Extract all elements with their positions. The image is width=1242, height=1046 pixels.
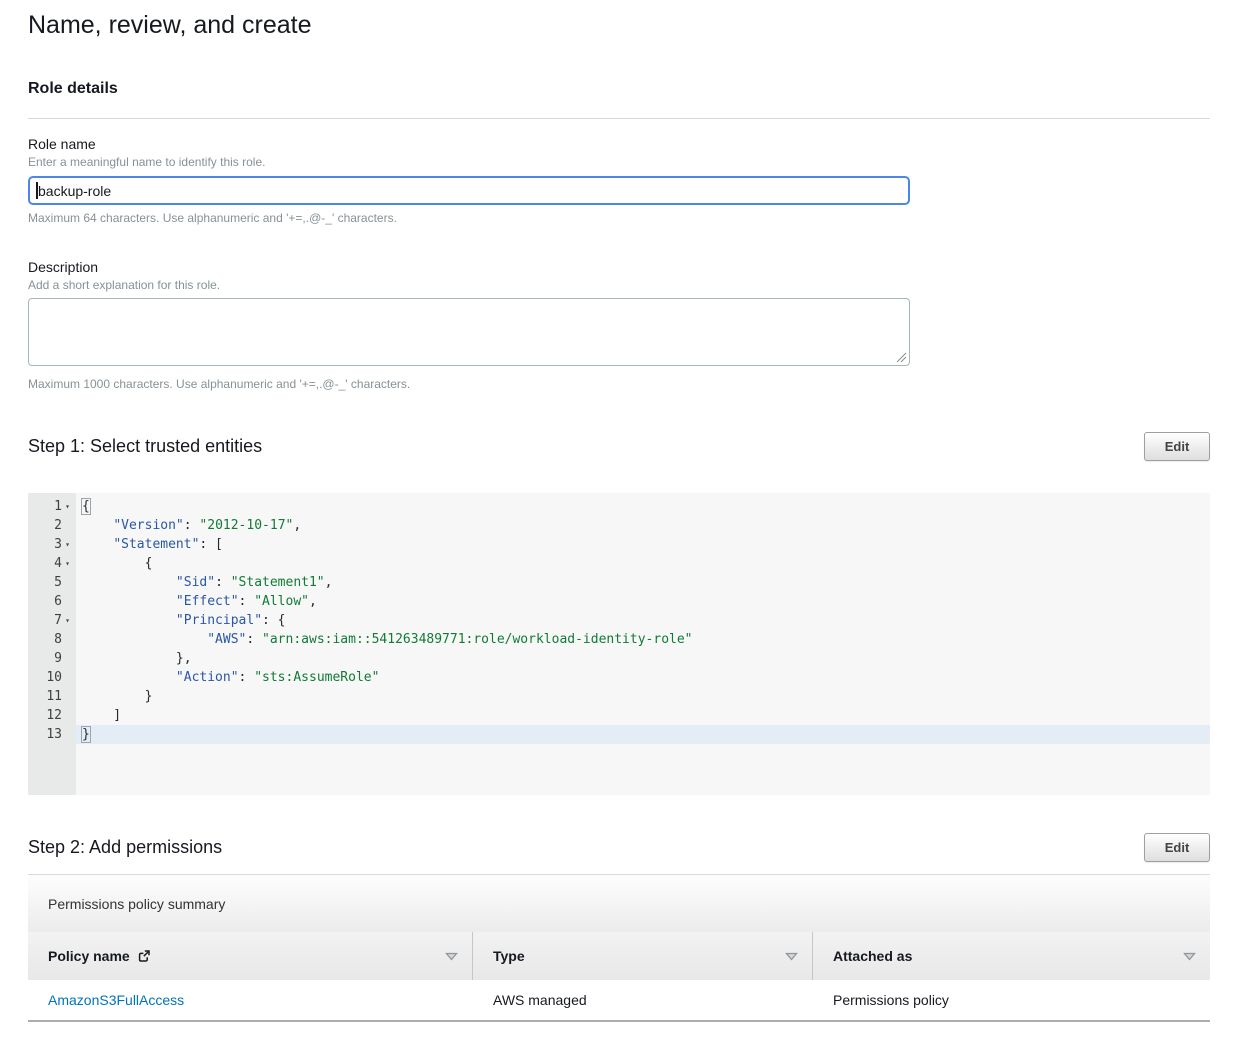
step2-title: Step 2: Add permissions <box>28 837 222 858</box>
column-sort-icon[interactable] <box>785 952 798 961</box>
code-line[interactable]: "AWS": "arn:aws:iam::541263489771:role/w… <box>76 630 1210 649</box>
editor-lines: { "Version": "2012-10-17", "Statement": … <box>76 493 1210 795</box>
external-link-icon <box>137 949 151 963</box>
permissions-panel-title: Permissions policy summary <box>48 896 225 912</box>
policy-type-cell: AWS managed <box>473 992 813 1008</box>
code-line[interactable]: "Action": "sts:AssumeRole" <box>76 668 1210 687</box>
fold-arrow-icon[interactable]: ▾ <box>62 535 73 554</box>
fold-arrow-icon[interactable]: ▾ <box>62 611 73 630</box>
policy-table-header: Policy name Type <box>28 932 1210 980</box>
gutter-line-number: 2 <box>28 516 76 535</box>
description-hint: Add a short explanation for this role. <box>28 278 1210 292</box>
column-header-policy-name[interactable]: Policy name <box>28 932 473 980</box>
resize-handle-icon[interactable] <box>896 352 907 363</box>
trust-policy-code-editor[interactable]: 1▾23▾4▾567▾8910111213 { "Version": "2012… <box>28 493 1210 795</box>
role-name-input-wrap <box>28 176 910 205</box>
text-caret <box>36 182 38 199</box>
fold-arrow-icon[interactable]: ▾ <box>62 554 73 573</box>
gutter-line-number: 13 <box>28 725 76 744</box>
step1-edit-button[interactable]: Edit <box>1144 432 1210 461</box>
column-label: Policy name <box>48 948 130 964</box>
code-line[interactable]: ] <box>76 706 1210 725</box>
step1-header: Step 1: Select trusted entities Edit <box>28 432 1210 461</box>
code-line[interactable]: }, <box>76 649 1210 668</box>
step2-edit-button[interactable]: Edit <box>1144 833 1210 862</box>
policy-link[interactable]: AmazonS3FullAccess <box>48 992 184 1008</box>
code-line[interactable]: "Sid": "Statement1", <box>76 573 1210 592</box>
code-line[interactable]: { <box>76 554 1210 573</box>
column-header-type[interactable]: Type <box>473 932 813 980</box>
gutter-line-number: 8 <box>28 630 76 649</box>
gutter-line-number: 6 <box>28 592 76 611</box>
gutter-line-number: 5 <box>28 573 76 592</box>
column-sort-icon[interactable] <box>1183 952 1196 961</box>
column-label: Type <box>493 948 525 964</box>
code-line[interactable]: } <box>76 687 1210 706</box>
code-line[interactable]: "Effect": "Allow", <box>76 592 1210 611</box>
code-line[interactable]: "Principal": { <box>76 611 1210 630</box>
editor-gutter: 1▾23▾4▾567▾8910111213 <box>28 493 76 795</box>
gutter-line-number: 12 <box>28 706 76 725</box>
attached-as-cell: Permissions policy <box>813 992 1210 1008</box>
gutter-line-number: 9 <box>28 649 76 668</box>
gutter-line-number: 10 <box>28 668 76 687</box>
column-sort-icon[interactable] <box>445 952 458 961</box>
fold-arrow-icon[interactable]: ▾ <box>62 497 73 516</box>
code-line[interactable]: "Statement": [ <box>76 535 1210 554</box>
step1-title: Step 1: Select trusted entities <box>28 436 262 457</box>
code-line[interactable]: { <box>76 497 1210 516</box>
page-container: Name, review, and create Role details Ro… <box>0 0 1242 1046</box>
code-line[interactable]: } <box>76 725 1210 744</box>
page-title: Name, review, and create <box>28 10 1210 40</box>
permissions-panel-header: Permissions policy summary <box>28 874 1210 932</box>
gutter-line-number: 11 <box>28 687 76 706</box>
description-constraint: Maximum 1000 characters. Use alphanumeri… <box>28 377 1210 391</box>
role-name-input[interactable] <box>28 176 910 205</box>
description-textarea-wrap <box>28 298 910 366</box>
step2-header: Step 2: Add permissions Edit <box>28 833 1210 862</box>
column-label: Attached as <box>833 948 912 964</box>
description-label: Description <box>28 259 1210 276</box>
description-textarea[interactable] <box>28 298 910 366</box>
gutter-line-number[interactable]: 7▾ <box>28 611 76 630</box>
policy-table-body: AmazonS3FullAccess AWS managedPermissions… <box>28 980 1210 1022</box>
column-header-attached-as[interactable]: Attached as <box>813 932 1210 980</box>
gutter-line-number[interactable]: 1▾ <box>28 497 76 516</box>
gutter-line-number[interactable]: 4▾ <box>28 554 76 573</box>
role-name-constraint: Maximum 64 characters. Use alphanumeric … <box>28 211 1210 225</box>
table-row: AmazonS3FullAccess AWS managedPermissions… <box>28 980 1210 1022</box>
code-line[interactable]: "Version": "2012-10-17", <box>76 516 1210 535</box>
role-details-heading: Role details <box>28 80 1210 98</box>
permissions-panel: Permissions policy summary Policy name <box>28 874 1210 1022</box>
gutter-line-number[interactable]: 3▾ <box>28 535 76 554</box>
role-name-hint: Enter a meaningful name to identify this… <box>28 155 1210 169</box>
role-name-label: Role name <box>28 136 1210 153</box>
divider <box>28 118 1210 119</box>
policy-name-cell: AmazonS3FullAccess <box>28 992 473 1008</box>
